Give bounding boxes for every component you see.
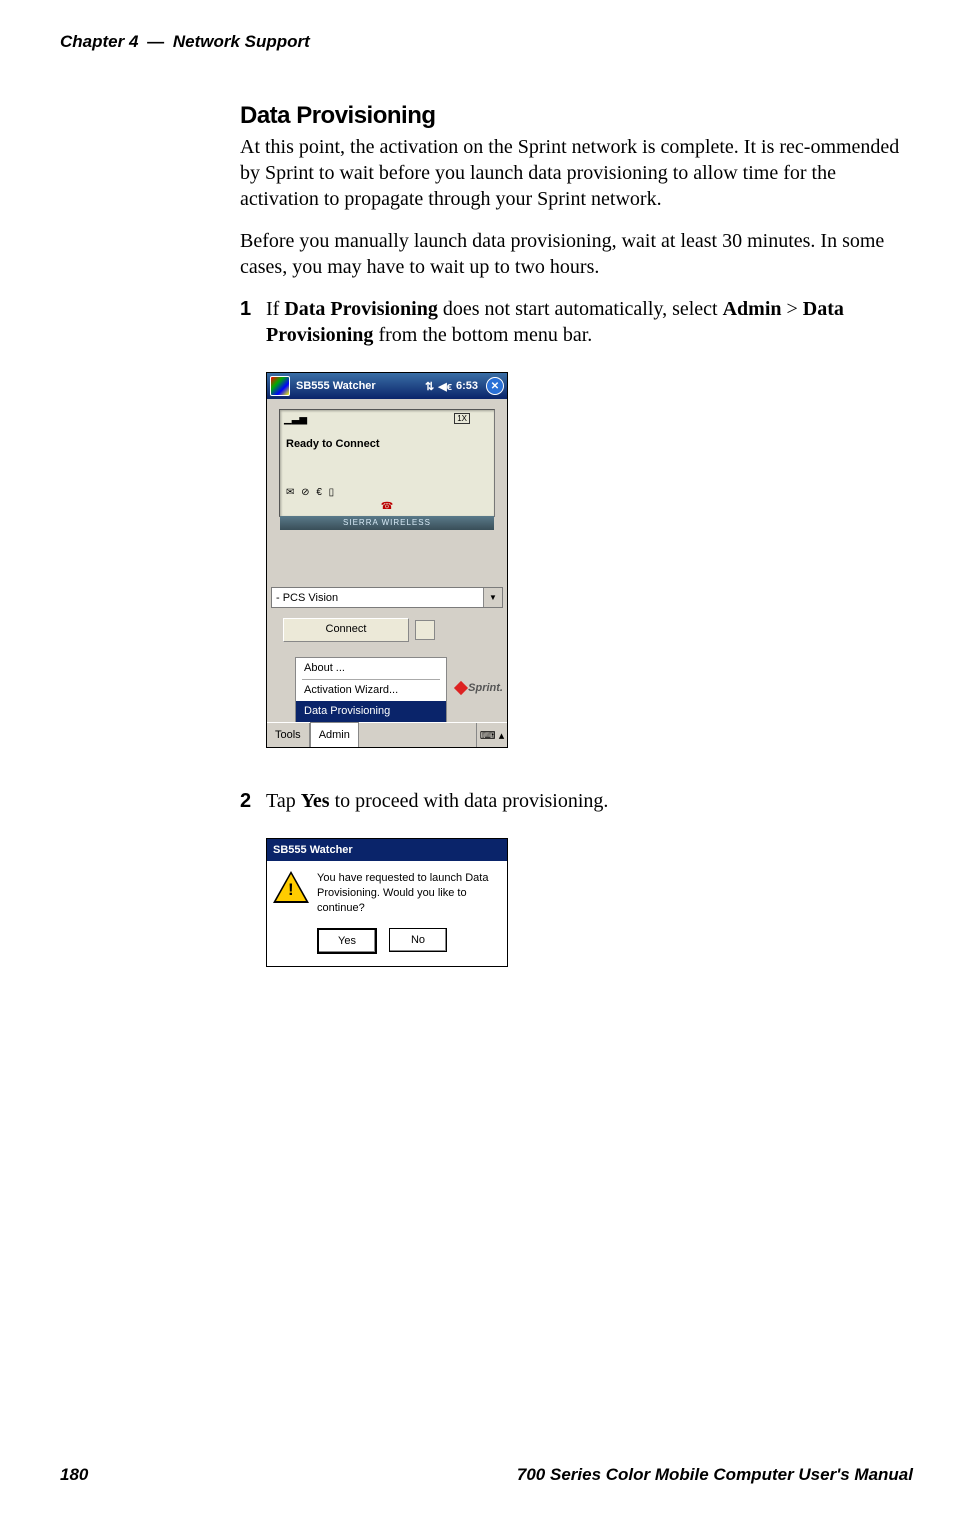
- select-value: - PCS Vision: [276, 592, 338, 604]
- no-button[interactable]: No: [389, 928, 447, 952]
- toolbar-row: Connect: [271, 618, 503, 646]
- page-number: 180: [60, 1465, 88, 1485]
- ui-term: Data Provisioning: [284, 298, 438, 320]
- separator: —: [147, 32, 164, 51]
- content-column: Data Provisioning At this point, the act…: [240, 102, 903, 967]
- step-text: Tap Yes to proceed with data provisionin…: [266, 788, 608, 814]
- manual-title: 700 Series Color Mobile Computer User's …: [517, 1465, 913, 1485]
- phone-panel: ▁▃▅ 1X Ready to Connect ✉ ⊘ € ▯ ☎ SIERRA…: [267, 399, 507, 563]
- connect-button[interactable]: Connect: [283, 618, 409, 642]
- warning-icon: !: [275, 871, 307, 903]
- menu-item-data-provisioning[interactable]: Data Provisioning: [296, 701, 446, 722]
- paragraph-1: At this point, the activation on the Spr…: [240, 134, 903, 212]
- brand-strip: SIERRA WIRELESS: [280, 516, 494, 530]
- step-1: 1 If Data Provisioning does not start au…: [240, 296, 903, 348]
- menubar-admin[interactable]: Admin: [310, 722, 359, 747]
- step-number: 1: [240, 296, 266, 322]
- app-title: SB555 Watcher: [296, 380, 376, 392]
- chapter-number: Chapter 4: [60, 32, 138, 51]
- taskbar: SB555 Watcher ⇅ ◀ϵ 6:53 ✕: [267, 373, 507, 399]
- running-header: Chapter 4 — Network Support: [60, 32, 913, 52]
- paragraph-2: Before you manually launch data provisio…: [240, 228, 903, 280]
- page: Chapter 4 — Network Support Data Provisi…: [0, 0, 973, 1519]
- text: >: [782, 298, 803, 320]
- dialog-content: You have requested to launch Data Provis…: [317, 871, 499, 954]
- text: If: [266, 298, 284, 320]
- tray: ⇅ ◀ϵ 6:53 ✕: [425, 377, 504, 395]
- network-mode-badge: 1X: [454, 413, 470, 424]
- text: from the bottom menu bar.: [373, 324, 592, 346]
- ui-term: Yes: [301, 790, 330, 812]
- start-icon[interactable]: [270, 376, 290, 396]
- chapter-title: Network Support: [173, 32, 310, 51]
- lcd-icon-row: ✉ ⊘ € ▯: [286, 487, 336, 498]
- page-footer: 180 700 Series Color Mobile Computer Use…: [60, 1465, 913, 1485]
- text: Tap: [266, 790, 301, 812]
- menu-item-about[interactable]: About ...: [296, 658, 446, 679]
- text: does not start automatically, select: [438, 298, 723, 320]
- section-heading: Data Provisioning: [240, 102, 903, 130]
- exclaim-glyph: !: [288, 880, 294, 900]
- figure-dialog: SB555 Watcher ! You have requested to la…: [266, 838, 903, 967]
- profile-select[interactable]: - PCS Vision ▼: [271, 587, 503, 608]
- lower-panel: Connect Sprint. About ... Activation Wiz…: [267, 618, 507, 722]
- sip-icon[interactable]: ⌨ ▴: [476, 723, 507, 747]
- device-frame: SB555 Watcher ⇅ ◀ϵ 6:53 ✕ ▁▃▅ 1X Ready t…: [266, 372, 508, 748]
- connectivity-icon: ⇅: [425, 380, 434, 393]
- dialog-title: SB555 Watcher: [267, 839, 507, 861]
- clock: 6:53: [456, 380, 478, 392]
- figure-device-screenshot: SB555 Watcher ⇅ ◀ϵ 6:53 ✕ ▁▃▅ 1X Ready t…: [266, 372, 903, 748]
- menubar-tools[interactable]: Tools: [267, 723, 310, 747]
- ui-term: Admin: [723, 298, 782, 320]
- admin-menu: About ... Activation Wizard... Data Prov…: [295, 657, 447, 722]
- app-body: ▁▃▅ 1X Ready to Connect ✉ ⊘ € ▯ ☎ SIERRA…: [267, 399, 507, 747]
- step-number: 2: [240, 788, 266, 814]
- dialog-body: ! You have requested to launch Data Prov…: [267, 861, 507, 966]
- tool-icon[interactable]: [415, 620, 435, 640]
- step-text: If Data Provisioning does not start auto…: [266, 296, 903, 348]
- sprint-logo: Sprint.: [456, 682, 503, 694]
- close-icon[interactable]: ✕: [486, 377, 504, 395]
- text: to proceed with data provisioning.: [330, 790, 609, 812]
- menu-bar: Tools Admin ⌨ ▴: [267, 722, 507, 747]
- step-2: 2 Tap Yes to proceed with data provision…: [240, 788, 903, 814]
- hangup-icon: ☎: [381, 501, 393, 512]
- chevron-down-icon[interactable]: ▼: [483, 588, 502, 607]
- dialog-box: SB555 Watcher ! You have requested to la…: [266, 838, 508, 967]
- phone-lcd: ▁▃▅ 1X Ready to Connect ✉ ⊘ € ▯ ☎ SIERRA…: [279, 409, 495, 517]
- speaker-icon: ◀ϵ: [438, 380, 452, 393]
- menu-item-activation-wizard[interactable]: Activation Wizard...: [296, 680, 446, 701]
- dialog-text: You have requested to launch Data Provis…: [317, 871, 499, 916]
- status-text: Ready to Connect: [286, 438, 380, 450]
- dialog-buttons: Yes No: [317, 928, 499, 954]
- yes-button[interactable]: Yes: [317, 928, 377, 954]
- signal-icon: ▁▃▅: [284, 414, 307, 425]
